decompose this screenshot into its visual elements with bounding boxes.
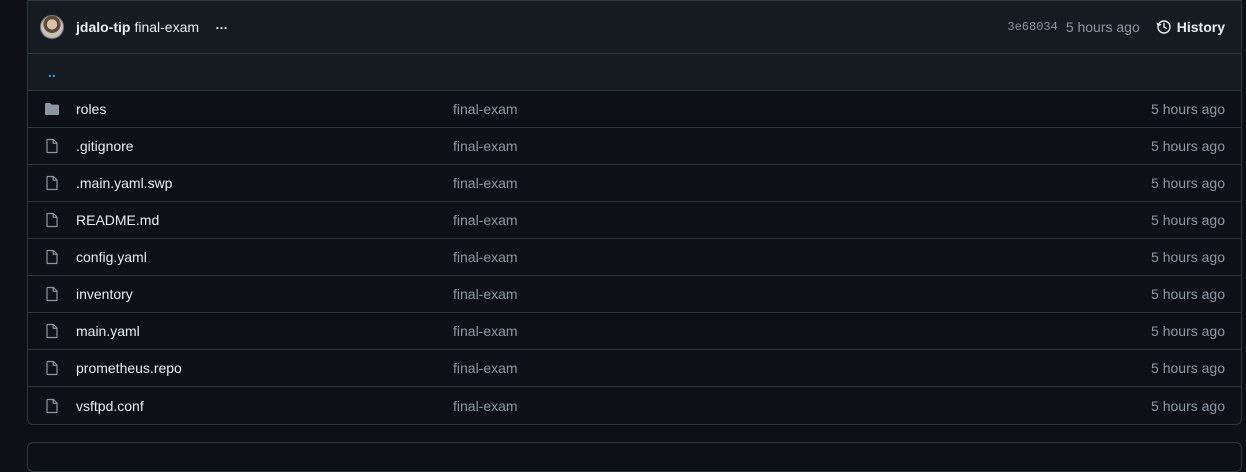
file-row[interactable]: prometheus.repo final-exam 5 hours ago [28, 350, 1241, 387]
file-commit-age: 5 hours ago [1151, 138, 1225, 154]
file-commit-message-link[interactable]: final-exam [453, 175, 1151, 191]
file-row[interactable]: README.md final-exam 5 hours ago [28, 202, 1241, 239]
file-commit-message-link[interactable]: final-exam [453, 286, 1151, 302]
history-icon [1156, 20, 1171, 34]
file-commit-message-link[interactable]: final-exam [453, 101, 1151, 117]
history-label: History [1176, 19, 1225, 35]
file-icon [44, 212, 60, 228]
file-icon [44, 360, 60, 376]
file-icon [44, 398, 60, 414]
file-commit-message-link[interactable]: final-exam [453, 249, 1151, 265]
latest-commit-bar: jdalo-tip final-exam … 3e68034 5 hours a… [28, 0, 1241, 54]
file-commit-age: 5 hours ago [1151, 175, 1225, 191]
file-icon [44, 286, 60, 302]
file-icon [44, 249, 60, 265]
file-row[interactable]: vsftpd.conf final-exam 5 hours ago [28, 387, 1241, 424]
file-row[interactable]: .gitignore final-exam 5 hours ago [28, 128, 1241, 165]
file-commit-age: 5 hours ago [1151, 212, 1225, 228]
file-commit-message-link[interactable]: final-exam [453, 138, 1151, 154]
file-name-link[interactable]: .gitignore [76, 138, 453, 154]
file-commit-message-link[interactable]: final-exam [453, 212, 1151, 228]
file-commit-age: 5 hours ago [1151, 397, 1225, 414]
file-commit-message-link[interactable]: final-exam [453, 398, 1151, 414]
file-browser: jdalo-tip final-exam … 3e68034 5 hours a… [27, 0, 1242, 425]
file-commit-message-link[interactable]: final-exam [453, 360, 1151, 376]
file-name-link[interactable]: inventory [76, 286, 453, 302]
readme-box [27, 442, 1242, 472]
commit-details-button[interactable]: … [211, 17, 233, 32]
file-commit-age: 5 hours ago [1151, 101, 1225, 117]
file-icon [44, 175, 60, 191]
file-row[interactable]: inventory final-exam 5 hours ago [28, 276, 1241, 313]
parent-directory-link[interactable]: .. [44, 64, 56, 80]
file-row[interactable]: main.yaml final-exam 5 hours ago [28, 313, 1241, 350]
file-row[interactable]: roles final-exam 5 hours ago [28, 91, 1241, 128]
file-name-link[interactable]: config.yaml [76, 249, 453, 265]
file-name-link[interactable]: roles [76, 101, 453, 117]
file-name-link[interactable]: main.yaml [76, 323, 453, 339]
file-commit-age: 5 hours ago [1151, 286, 1225, 302]
file-icon [44, 138, 60, 154]
file-name-link[interactable]: prometheus.repo [76, 360, 453, 376]
commit-time: 5 hours ago [1065, 19, 1140, 35]
file-name-link[interactable]: README.md [76, 212, 453, 228]
history-button[interactable]: History [1156, 19, 1225, 35]
file-name-link[interactable]: vsftpd.conf [76, 398, 453, 414]
file-commit-age: 5 hours ago [1151, 249, 1225, 265]
avatar[interactable] [40, 15, 64, 39]
file-name-link[interactable]: .main.yaml.swp [76, 175, 453, 191]
file-list: roles final-exam 5 hours ago .gitignore fina… [28, 91, 1241, 424]
file-commit-age: 5 hours ago [1151, 360, 1225, 376]
commit-sha-link[interactable]: 3e68034 [1007, 20, 1057, 34]
commit-message-link[interactable]: final-exam [134, 19, 199, 35]
file-commit-age: 5 hours ago [1151, 323, 1225, 339]
file-commit-message-link[interactable]: final-exam [453, 323, 1151, 339]
parent-directory-row[interactable]: .. [28, 54, 1241, 91]
file-row[interactable]: .main.yaml.swp final-exam 5 hours ago [28, 165, 1241, 202]
file-row[interactable]: config.yaml final-exam 5 hours ago [28, 239, 1241, 276]
commit-author-link[interactable]: jdalo-tip [76, 19, 130, 35]
folder-icon [44, 101, 60, 117]
file-icon [44, 323, 60, 339]
